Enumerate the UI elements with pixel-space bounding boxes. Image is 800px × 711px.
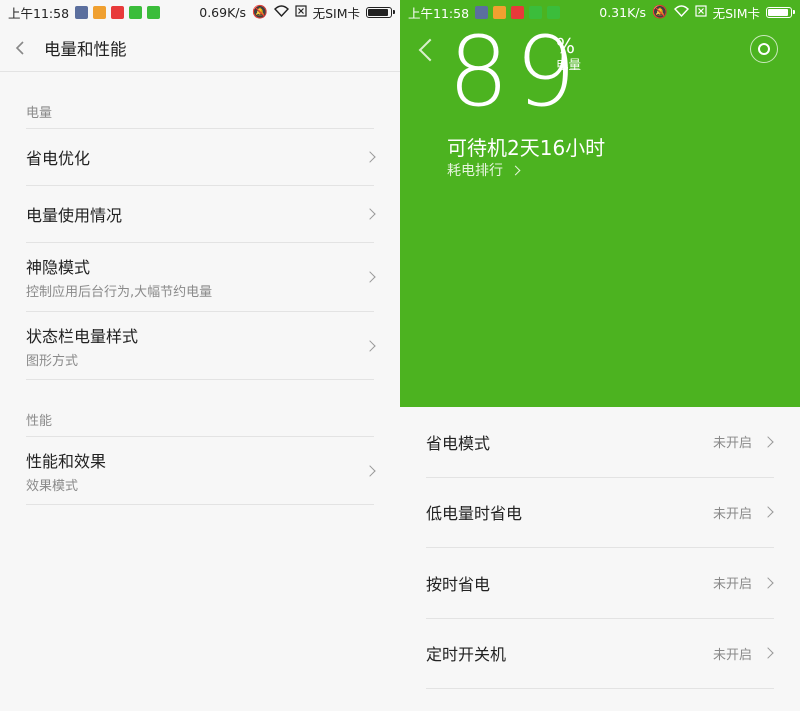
list-item-label: 神隐模式 (26, 258, 91, 277)
battery-icon (366, 6, 395, 18)
sim-status: 无SIM卡 (312, 5, 360, 21)
status-right: 0.31K/s 🔕 无SIM卡 (593, 3, 795, 22)
chevron-right-icon (510, 165, 521, 175)
notification-icon (147, 5, 161, 19)
list-item-state: 未开启 (712, 577, 752, 593)
network-speed: 0.31K/s (599, 4, 647, 20)
back-arrow-icon[interactable] (0, 24, 40, 72)
battery-icon (766, 6, 795, 18)
section-header-performance: 性能 (26, 414, 53, 429)
list-item-stealth-mode[interactable]: 神隐模式 控制应用后台行为,大幅节约电量 (26, 242, 376, 311)
notification-icon (93, 5, 107, 19)
settings-list: 电量 省电优化 电量使用情况 神隐模式 控制应用后台行为,大幅节约电量 状态栏电… (0, 72, 400, 505)
title-bar: 电量和性能 (0, 24, 400, 72)
power-options-list: 省电模式 未开启 低电量时省电 未开启 按时省电 未开启 定时开关机 未开启 (400, 407, 800, 689)
list-item-state: 未开启 (712, 436, 752, 452)
list-item-power-saving-optimization[interactable]: 省电优化 (26, 128, 376, 185)
status-right: 0.69K/s 🔕 无SIM卡 (193, 3, 395, 22)
list-item-battery-usage[interactable]: 电量使用情况 (26, 185, 376, 242)
network-speed: 0.69K/s (199, 4, 247, 20)
status-bar: 上午11:58 0.69K/s 🔕 无SIM卡 (0, 0, 400, 24)
battery-performance-screen: 上午11:58 0.69K/s 🔕 无SIM卡 电量和性能 电量 省电优化 电量… (0, 0, 400, 711)
page-title: 电量和性能 (44, 39, 127, 59)
power-saving-screen: 上午11:58 0.31K/s 🔕 无SIM卡 89 % 电量 可待机2天16小… (400, 0, 800, 711)
section-header-battery: 电量 (26, 106, 53, 121)
power-ranking-link[interactable]: 耗电排行 (447, 160, 521, 180)
list-item-label: 性能和效果 (26, 451, 107, 471)
list-item-label: 省电优化 (26, 149, 91, 168)
back-arrow-icon[interactable] (416, 36, 434, 64)
mute-icon: 🔕 (652, 4, 668, 19)
notification-icon (75, 5, 89, 19)
list-item-label: 省电模式 (426, 433, 491, 453)
battery-header: 上午11:58 0.31K/s 🔕 无SIM卡 89 % 电量 可待机2天16小… (400, 0, 800, 407)
no-sim-icon (294, 4, 307, 20)
percent-label: 电量 (556, 57, 582, 72)
wifi-icon (273, 4, 289, 20)
list-item-scheduled-saving[interactable]: 按时省电 未开启 (426, 548, 774, 619)
status-time: 上午11:58 (8, 5, 70, 21)
list-item-statusbar-battery-style[interactable]: 状态栏电量样式 图形方式 (26, 311, 376, 380)
notification-icon (111, 5, 125, 19)
gear-icon[interactable] (750, 35, 778, 63)
chevron-right-icon (762, 436, 774, 448)
list-item-performance-effects[interactable]: 性能和效果 效果模式 (26, 436, 376, 505)
list-item-subtitle: 图形方式 (26, 353, 79, 369)
chevron-right-icon (762, 577, 774, 589)
list-item-label: 按时省电 (426, 574, 491, 594)
list-item-label: 定时开关机 (426, 645, 507, 665)
list-item-label: 状态栏电量样式 (26, 326, 139, 346)
list-item-subtitle: 控制应用后台行为,大幅节约电量 (26, 285, 213, 300)
list-item-subtitle: 效果模式 (26, 478, 79, 494)
list-item-state: 未开启 (712, 506, 752, 522)
wifi-icon (673, 4, 689, 20)
list-item-state: 未开启 (712, 647, 752, 663)
list-item-scheduled-power-onoff[interactable]: 定时开关机 未开启 (426, 619, 774, 689)
notification-icon (129, 5, 143, 19)
list-item-power-saving-mode[interactable]: 省电模式 未开启 (426, 407, 774, 478)
sim-status: 无SIM卡 (712, 5, 760, 21)
list-item-low-battery-saving[interactable]: 低电量时省电 未开启 (426, 478, 774, 548)
list-item-label: 电量使用情况 (26, 206, 123, 225)
standby-time: 可待机2天16小时 (447, 136, 606, 160)
mute-icon: 🔕 (252, 4, 268, 19)
power-ranking-label: 耗电排行 (447, 163, 503, 179)
list-item-label: 低电量时省电 (426, 504, 523, 524)
chevron-right-icon (762, 647, 774, 659)
chevron-right-icon (762, 506, 774, 518)
no-sim-icon (694, 4, 707, 20)
